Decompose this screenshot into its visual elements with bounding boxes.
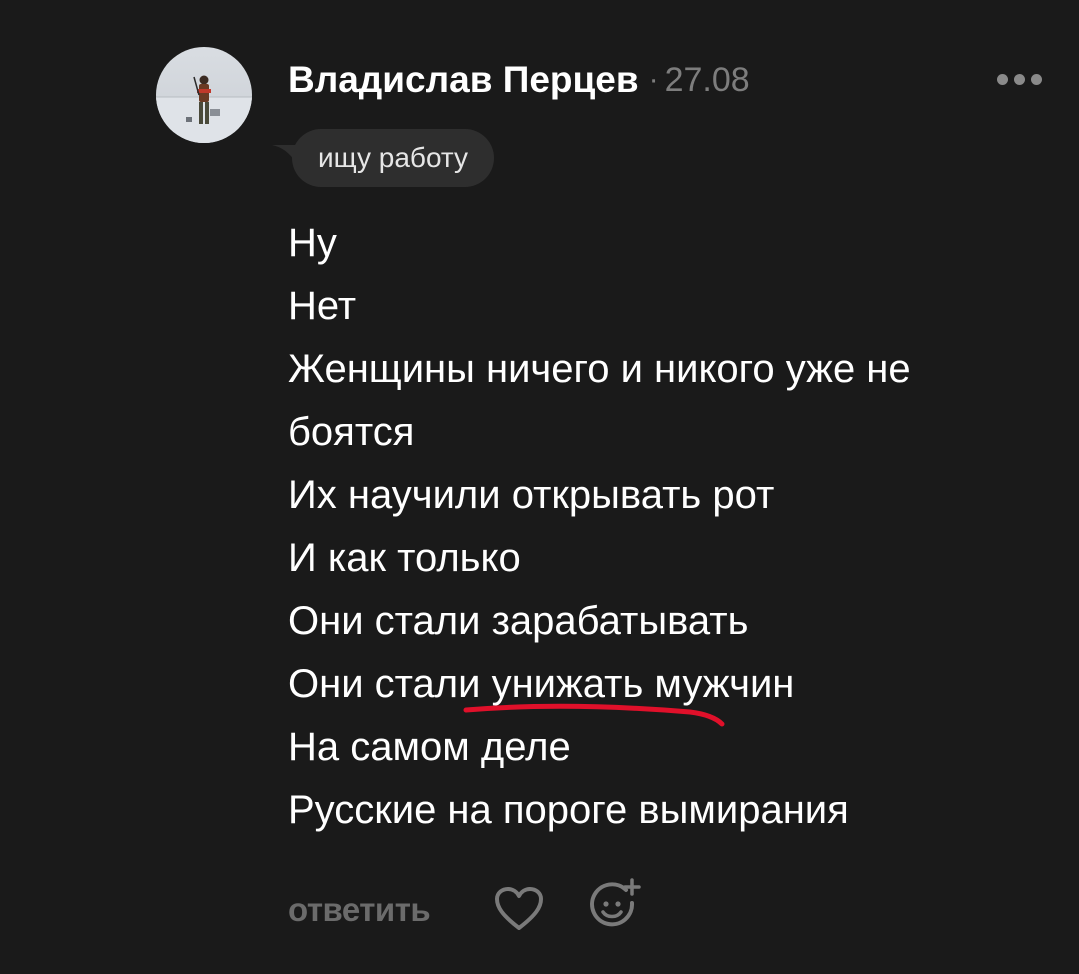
comment-line: Женщины ничего и никого уже не xyxy=(288,347,911,391)
comment-line: боятся xyxy=(288,410,415,454)
avatar[interactable] xyxy=(156,47,252,143)
comment: Владислав Перцев · 27.08 ищу работу Ну Н… xyxy=(0,0,1079,974)
comment-line: Русские на пороге вымирания xyxy=(288,788,849,832)
author-name[interactable]: Владислав Перцев xyxy=(288,59,639,101)
comment-header: Владислав Перцев · 27.08 xyxy=(288,54,750,106)
status-text: ищу работу xyxy=(318,142,469,173)
more-dots-icon[interactable] xyxy=(988,60,1050,98)
red-underline-mark xyxy=(463,703,725,727)
status-bubble: ищу работу xyxy=(292,129,495,187)
comment-line: Их научили открывать рот xyxy=(288,473,775,517)
reply-button[interactable]: ответить xyxy=(288,891,431,929)
header-separator: · xyxy=(648,63,659,96)
comment-line: Ну xyxy=(288,221,337,265)
comment-line: Они стали зарабатывать xyxy=(288,599,749,643)
avatar-photo xyxy=(156,47,252,143)
heart-icon[interactable] xyxy=(494,886,544,932)
comment-text: Ну Нет Женщины ничего и никого уже не бо… xyxy=(288,212,1048,842)
add-reaction-icon[interactable] xyxy=(588,876,644,932)
comment-date: 27.08 xyxy=(664,60,750,99)
comment-line: Нет xyxy=(288,284,357,328)
comment-line: И как только xyxy=(288,536,521,580)
comment-actions: ответить xyxy=(288,878,641,940)
